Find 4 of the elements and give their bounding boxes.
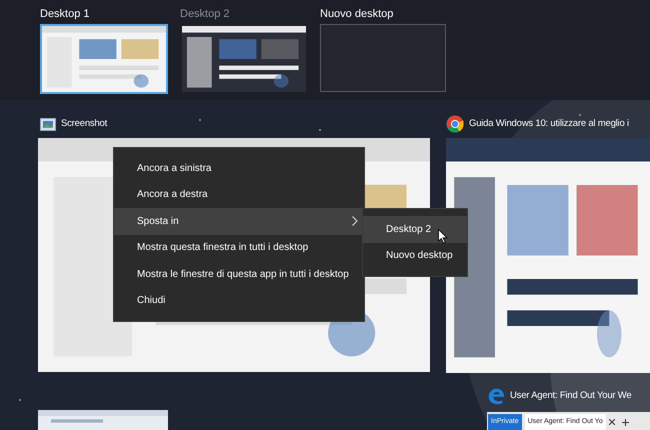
new-desktop-thumbnail[interactable] [320,24,446,92]
desktop-label: Nuovo desktop [320,7,394,21]
desktop-label: Desktop 2 [180,7,231,21]
desktop-label: Desktop 1 [40,7,91,21]
